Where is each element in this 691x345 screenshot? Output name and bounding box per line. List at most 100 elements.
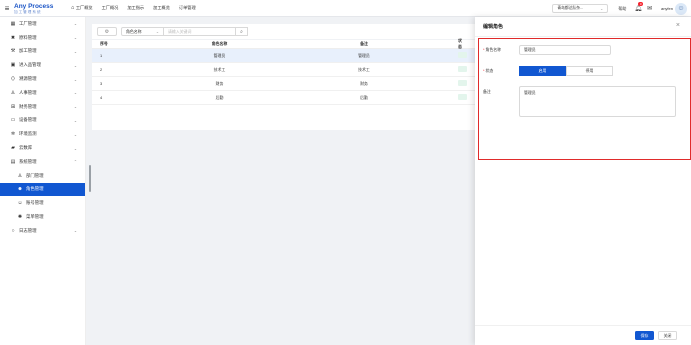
sidebar-item-processing[interactable]: ⚒ 加工管理 ⌄ xyxy=(0,45,85,59)
chevron-down-icon: ⌄ xyxy=(599,6,604,11)
finance-icon: ⊞ xyxy=(10,103,16,110)
cell-name: 财务 xyxy=(215,80,224,86)
sidebar-item-finance[interactable]: ⊞ 财务管理 ⌄ xyxy=(0,100,85,114)
note-label: 备注 xyxy=(483,89,491,94)
factory-select[interactable]: 青岛都达队杂... ⌄ xyxy=(552,4,609,13)
close-icon[interactable]: × xyxy=(676,22,680,29)
mail-icon[interactable]: ✉ xyxy=(647,5,652,12)
sidebar-item-environment[interactable]: ✲ 环境监测 ⌄ xyxy=(0,127,85,141)
material-icon: ✖ xyxy=(10,34,16,41)
chevron-down-icon: ⌄ xyxy=(73,49,77,54)
sidebar-item-role[interactable]: ☻ 角色管理 xyxy=(0,182,85,197)
log-icon: ○ xyxy=(11,227,15,234)
avatar[interactable]: ☺ xyxy=(675,2,687,15)
chevron-down-icon: ⌄ xyxy=(73,132,77,137)
save-button[interactable]: 保存 xyxy=(635,331,654,340)
sidebar-item-label: 账号管理 xyxy=(26,200,44,206)
search-button[interactable]: ⌕ xyxy=(236,27,248,36)
sidebar-scrollbar[interactable] xyxy=(89,165,91,192)
sidebar-item-label: 加工管理 xyxy=(19,48,37,54)
note-textarea[interactable]: 管理员 xyxy=(519,86,676,117)
table-row[interactable]: 1 管理员 管理员 xyxy=(92,49,492,63)
factory-icon: ▦ xyxy=(10,20,16,27)
cell-note: 管理员 xyxy=(358,52,370,58)
gear-icon: ⚙ xyxy=(104,28,110,35)
sidebar-item-label: 云数库 xyxy=(19,145,33,151)
sidebar-item-log[interactable]: ○ 日志管理 ⌄ xyxy=(0,224,85,238)
sidebar-item-label: 设备管理 xyxy=(19,117,37,123)
required-mark: * xyxy=(483,68,485,73)
sidebar-item-account[interactable]: ☺ 账号管理 xyxy=(0,196,85,210)
department-icon: ♙ xyxy=(17,172,23,179)
topnav-item-factory-status[interactable]: 工厂概况 xyxy=(102,5,119,11)
cell-no: 1 xyxy=(100,53,103,58)
topnav-item-processing-overview[interactable]: 加工概览 xyxy=(153,5,170,11)
table-header: 序号 角色名称 备注 状态 xyxy=(92,38,492,50)
cell-status xyxy=(414,52,467,59)
chevron-down-icon: ⌄ xyxy=(73,105,77,110)
sidebar-item-hr[interactable]: ♙ 人事管理 ⌄ xyxy=(0,86,85,100)
header-name[interactable]: 角色名称 xyxy=(177,41,262,47)
factory-select-value: 青岛都达队杂... xyxy=(557,6,584,10)
user-icon: ♙ xyxy=(10,89,16,96)
status-toggle: 启用 停用 xyxy=(519,66,613,76)
cell-no: 2 xyxy=(100,67,103,72)
cell-status xyxy=(414,80,467,87)
notification-badge: 0 xyxy=(638,2,643,6)
sidebar: ▦ 工厂管理 ⌄ ✖ 原料管理 ⌄ ⚒ 加工管理 ⌄ ▣ 进入品管理 ⌄ ⟨⟩ 溯源管理 ⌄ ♙ 人事… xyxy=(0,17,86,345)
cell-name: 技术工 xyxy=(213,66,226,72)
menu-icon: ✺ xyxy=(17,214,23,221)
environment-icon: ✲ xyxy=(10,131,16,138)
header-no[interactable]: 序号 xyxy=(92,41,177,47)
sidebar-item-menu[interactable]: ✺ 菜单管理 xyxy=(0,210,85,224)
cell-note: 财务 xyxy=(360,80,368,86)
status-label-text: 状态 xyxy=(485,68,494,73)
header-status[interactable]: 状态 xyxy=(414,38,462,50)
table-row[interactable]: 2 技术工 技术工 xyxy=(92,63,492,77)
system-icon: ▤ xyxy=(10,158,16,165)
sidebar-item-label: 溯源管理 xyxy=(19,76,37,82)
cell-note: 后勤 xyxy=(360,94,368,100)
search-field-select[interactable]: 角色名称 ⌄ xyxy=(121,27,164,36)
settings-button[interactable]: ⚙ xyxy=(97,27,117,36)
topnav-label: 工厂概览 xyxy=(75,5,93,10)
edit-role-drawer: 编辑角色 × *角色名称 管理员 *状态 启用 停用 备注 管理员 保存 关闭 xyxy=(475,17,691,345)
chevron-up-icon: ⌃ xyxy=(73,160,77,165)
role-name-label-text: 角色名称 xyxy=(485,47,502,52)
status-badge xyxy=(458,80,467,86)
cell-status xyxy=(414,94,467,101)
menu-toggle-icon[interactable]: ≡ xyxy=(0,0,14,17)
sidebar-item-material[interactable]: ✖ 原料管理 ⌄ xyxy=(0,31,85,45)
status-disabled-button[interactable]: 停用 xyxy=(566,66,613,76)
status-badge xyxy=(458,94,467,100)
topnav-item-factory-overview[interactable]: ⌂ 工厂概览 xyxy=(71,5,93,11)
table-row[interactable]: 3 财务 财务 xyxy=(92,77,492,91)
sidebar-item-cloud[interactable]: ▰ 云数库 ⌄ xyxy=(0,141,85,155)
sidebar-item-label: 环境监测 xyxy=(19,131,37,137)
sidebar-item-inbound[interactable]: ▣ 进入品管理 ⌄ xyxy=(0,58,85,72)
sidebar-item-label: 工厂管理 xyxy=(19,20,37,26)
sidebar-item-label: 财务管理 xyxy=(19,103,37,109)
role-name-field[interactable]: 管理员 xyxy=(519,45,611,55)
search-input[interactable]: 请输入关键词 xyxy=(164,27,236,36)
username[interactable]: anyfen xyxy=(661,6,673,11)
sidebar-item-label: 人事管理 xyxy=(19,89,37,95)
sidebar-item-label: 部门管理 xyxy=(26,172,44,178)
sidebar-item-traceability[interactable]: ⟨⟩ 溯源管理 ⌄ xyxy=(0,72,85,86)
sidebar-item-device[interactable]: ▭ 设备管理 ⌄ xyxy=(0,114,85,128)
close-button[interactable]: 关闭 xyxy=(658,331,677,340)
table-row[interactable]: 4 后勤 后勤 xyxy=(92,91,492,105)
sidebar-item-factory[interactable]: ▦ 工厂管理 ⌄ xyxy=(0,17,85,31)
bell-icon[interactable]: 🔔︎ 0 xyxy=(634,2,643,12)
cell-name: 后勤 xyxy=(215,94,224,100)
chevron-down-icon: ⌄ xyxy=(73,22,77,27)
header-note[interactable]: 备注 xyxy=(314,41,414,47)
sidebar-item-system[interactable]: ▤ 系统管理 ⌃ xyxy=(0,155,85,169)
logo[interactable]: Any Process 加工管理系统 xyxy=(14,3,69,14)
topnav-item-order-management[interactable]: 订单管理 xyxy=(179,5,196,11)
topnav-item-processing-instructions[interactable]: 加工指示 xyxy=(127,5,144,11)
status-enabled-button[interactable]: 启用 xyxy=(519,66,566,76)
sidebar-item-department[interactable]: ♙ 部门管理 xyxy=(0,169,85,183)
status-badge xyxy=(458,66,467,72)
help-link[interactable]: 帮助 xyxy=(618,6,626,12)
